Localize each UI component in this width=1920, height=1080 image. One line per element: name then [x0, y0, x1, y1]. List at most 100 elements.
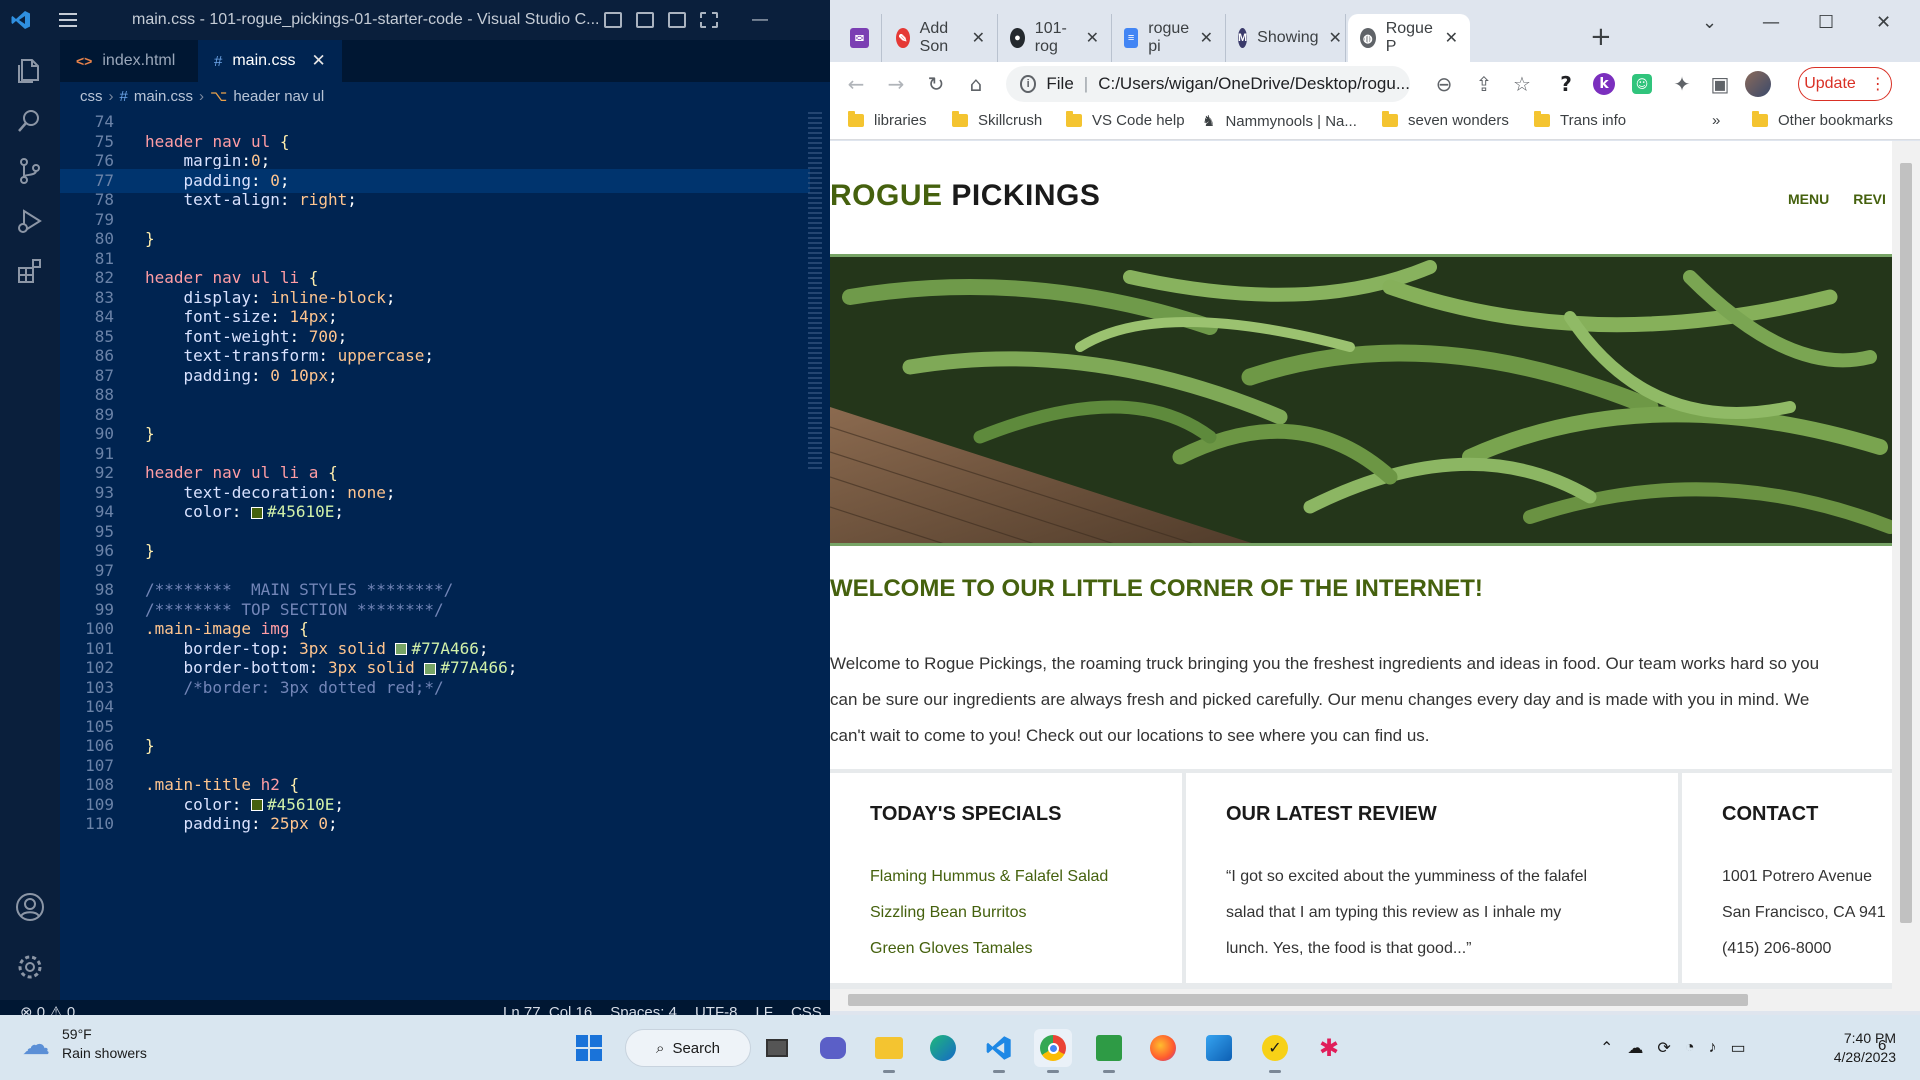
settings-gear-icon[interactable] [0, 942, 60, 992]
bookmark-star-icon[interactable]: ☆ [1508, 70, 1536, 98]
tab-mail[interactable]: ✉ [838, 14, 882, 62]
back-icon[interactable]: ← [842, 70, 870, 98]
chrome-taskbar-icon[interactable] [1034, 1029, 1072, 1073]
breadcrumb-item[interactable]: main.css [134, 88, 193, 105]
breadcrumb-item[interactable]: header nav ul [233, 88, 324, 105]
task-view-icon[interactable] [758, 1029, 796, 1067]
folder-icon [1382, 111, 1398, 127]
breadcrumb: css › # main.css › ⌥ header nav ul [60, 82, 830, 110]
file-explorer-icon[interactable] [870, 1029, 908, 1073]
forward-icon[interactable]: → [882, 70, 910, 98]
address-url: C:/Users/wigan/OneDrive/Desktop/rogu... [1098, 74, 1410, 93]
run-debug-icon[interactable] [0, 196, 60, 246]
tab-index-html[interactable]: <> index.html [60, 40, 198, 82]
extensions-icon[interactable] [0, 246, 60, 296]
firefox-icon[interactable] [1144, 1029, 1182, 1067]
tab-showing[interactable]: M Showing ✕ [1226, 14, 1346, 62]
review-text: salad that I am typing this review as I … [1226, 904, 1562, 921]
info-icon[interactable]: i [1020, 75, 1037, 93]
extensions-puzzle-icon[interactable]: ✦ [1668, 70, 1696, 98]
folder-icon [1752, 111, 1768, 127]
close-tab-icon[interactable]: ✕ [1086, 28, 1099, 48]
close-tab-icon[interactable]: ✕ [1329, 28, 1342, 48]
card-review: OUR LATEST REVIEW “I got so excited abou… [1186, 773, 1678, 983]
weather-widget[interactable]: ☁ 59°F Rain showers [22, 1025, 147, 1063]
site-logo[interactable]: ROGUE PICKINGS [830, 179, 1100, 213]
bookmark-seven-wonders[interactable]: seven wonders [1382, 111, 1509, 129]
reload-icon[interactable]: ↻ [922, 70, 950, 98]
wifi-icon[interactable]: ◔ [1685, 1039, 1695, 1057]
home-icon[interactable]: ⌂ [962, 70, 990, 98]
close-tab-icon[interactable]: ✕ [1445, 28, 1458, 48]
address-bar[interactable]: i File | C:/Users/wigan/OneDrive/Desktop… [1006, 66, 1410, 102]
extension-k-icon[interactable]: k [1590, 70, 1618, 98]
tab-search-icon[interactable]: ⌄ [1702, 12, 1717, 33]
search-icon[interactable] [0, 96, 60, 146]
onedrive-cloud-icon[interactable]: ☁ [1627, 1038, 1643, 1058]
extension-green-icon[interactable]: ☺ [1628, 70, 1656, 98]
vertical-scrollbar[interactable] [1892, 141, 1920, 989]
extension-question-icon[interactable]: ? [1552, 70, 1580, 98]
notification-badge[interactable]: 6 [1878, 1037, 1886, 1054]
vscode-window: main.css - 101-rogue_pickings-01-starter… [0, 0, 830, 1025]
tab-google-doc[interactable]: ≡ rogue pi ✕ [1112, 14, 1226, 62]
customize-layout-icon[interactable] [700, 12, 718, 28]
bookmark-nammynools[interactable]: ♞ Nammynools | Na... [1202, 112, 1357, 131]
toggle-sidebar-icon[interactable] [604, 12, 622, 28]
minimap[interactable] [808, 112, 822, 472]
close-tab-icon[interactable]: ✕ [972, 28, 985, 48]
scrollbar-thumb[interactable] [848, 994, 1748, 1006]
globe-icon: ◍ [1360, 28, 1376, 48]
tab-add-son[interactable]: ✎ Add Son ✕ [884, 14, 998, 62]
new-tab-icon[interactable]: + [1590, 22, 1612, 52]
close-tab-icon[interactable]: ✕ [1200, 28, 1213, 48]
nav-link-menu[interactable]: MENU [1788, 191, 1829, 207]
zoom-icon[interactable]: ⊖ [1430, 70, 1458, 98]
battery-icon[interactable]: ▭ [1730, 1038, 1745, 1058]
sync-icon[interactable]: ⟳ [1657, 1038, 1670, 1058]
nav-link-reviews[interactable]: REVI [1853, 191, 1886, 207]
chevron-up-icon[interactable]: ⌃ [1600, 1038, 1613, 1058]
horizontal-scrollbar[interactable] [830, 989, 1920, 1011]
check-app-icon[interactable]: ✓ [1256, 1029, 1294, 1073]
bookmark-libraries[interactable]: libraries [848, 111, 927, 129]
toggle-panel-icon[interactable] [636, 12, 654, 28]
side-panel-icon[interactable]: ▣ [1706, 70, 1734, 98]
bookmark-skillcrush[interactable]: Skillcrush [952, 111, 1042, 129]
vscode-window-controls: — [752, 0, 768, 40]
tab-main-css[interactable]: # main.css ✕ [198, 40, 342, 82]
edge-icon[interactable] [924, 1029, 962, 1067]
toggle-secondary-sidebar-icon[interactable] [668, 12, 686, 28]
source-control-icon[interactable] [0, 146, 60, 196]
editor-area: <> index.html # main.css ✕ css › # main.… [60, 40, 830, 1000]
bookmark-trans-info[interactable]: Trans info [1534, 111, 1626, 129]
taskbar-search[interactable]: ⌕ Search [625, 1029, 751, 1067]
minimize-icon[interactable]: — [752, 11, 768, 29]
explorer-icon[interactable] [0, 46, 60, 96]
paint-app-icon[interactable] [1200, 1029, 1238, 1067]
share-icon[interactable]: ⇪ [1470, 70, 1498, 98]
tab-rogue-pickings[interactable]: ◍ Rogue P ✕ [1348, 14, 1470, 62]
other-bookmarks[interactable]: Other bookmarks [1752, 111, 1893, 129]
update-button[interactable]: Update ⋮ [1798, 67, 1892, 101]
breadcrumb-item[interactable]: css [80, 88, 103, 105]
minimize-icon[interactable]: — [1762, 12, 1780, 33]
vscode-taskbar-icon[interactable] [980, 1029, 1018, 1073]
close-tab-icon[interactable]: ✕ [311, 51, 325, 71]
more-bookmarks-icon[interactable]: » [1712, 112, 1720, 129]
bookmark-vscode-help[interactable]: VS Code help [1066, 111, 1185, 129]
maximize-icon[interactable]: ☐ [1818, 12, 1834, 33]
tab-github[interactable]: ● 101-rog ✕ [998, 14, 1112, 62]
start-windows-icon[interactable] [570, 1029, 608, 1067]
scrollbar-thumb[interactable] [1900, 163, 1912, 923]
code-line[interactable]: 110 padding: 25px 0; [60, 812, 810, 836]
close-window-icon[interactable]: ✕ [1876, 12, 1891, 33]
special-item: Sizzling Bean Burritos [870, 904, 1027, 921]
account-icon[interactable] [0, 882, 60, 932]
hamburger-menu-icon[interactable] [48, 0, 88, 40]
slack-icon[interactable]: ✱ [1310, 1029, 1348, 1067]
profile-avatar[interactable] [1744, 70, 1772, 98]
green-app-icon[interactable] [1090, 1029, 1128, 1073]
teams-chat-icon[interactable] [814, 1029, 852, 1067]
volume-icon[interactable]: ♪ [1708, 1039, 1716, 1057]
